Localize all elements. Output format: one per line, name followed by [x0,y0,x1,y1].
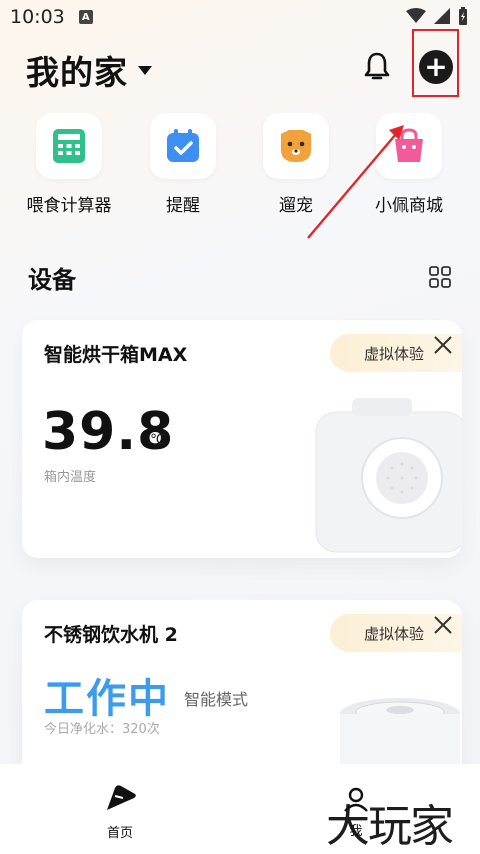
device-status: 工作中 [44,676,170,722]
shopping-bag-icon [395,128,423,162]
quick-action-tile [36,113,102,179]
device-card-water-fountain[interactable]: 不锈钢饮水机 2 虚拟体验 工作中 智能模式 今日净化水：320次 [22,600,462,790]
quick-action-walk-pet[interactable]: 遛宠 [241,113,351,216]
notification-a-icon: A [78,10,93,24]
temperature-label: 箱内温度 [44,470,97,485]
quick-action-label: 遛宠 [279,196,313,216]
close-icon[interactable] [432,334,454,356]
calculator-icon [53,129,85,163]
status-bar: 10:03 A [0,0,480,34]
watermark-logo: 大玩家 [326,801,454,852]
quick-action-label: 小佩商城 [375,196,443,216]
filter-count: 今日净化水：320次 [44,722,160,737]
devices-section-title: 设备 [28,266,76,294]
tab-home-label: 首页 [106,826,133,841]
device-card-dryer[interactable]: 智能烘干箱MAX 虚拟体验 39.8 ℃ 箱内温度 [22,320,462,558]
quick-action-label: 提醒 [166,196,200,216]
battery-icon [459,7,467,25]
grid-view-icon[interactable] [429,266,451,288]
wifi-icon [406,8,426,23]
quick-action-tile [263,113,329,179]
home-selector[interactable]: 我的家 [26,46,152,94]
add-device-button[interactable]: + [419,50,453,84]
calendar-check-icon [167,129,199,162]
tab-home[interactable]: 首页 [90,784,150,841]
quick-action-feeding-calculator[interactable]: 喂食计算器 [14,113,124,216]
close-icon[interactable] [432,614,454,636]
virtual-trial-label: 虚拟体验 [364,344,425,363]
device-name: 不锈钢饮水机 2 [44,624,178,646]
temperature-unit: ℃ [150,432,166,448]
bell-icon[interactable] [362,50,392,82]
quick-action-shop[interactable]: 小佩商城 [354,113,464,216]
dog-face-icon [281,130,311,162]
quick-action-label: 喂食计算器 [26,196,112,216]
status-icons [406,7,468,25]
quick-action-tile [150,113,216,179]
home-logo-icon [107,785,136,810]
quick-action-reminder[interactable]: 提醒 [128,113,238,216]
device-name: 智能烘干箱MAX [44,344,188,366]
quick-action-tile [376,113,442,179]
dryer-device-image [315,398,462,553]
device-mode: 智能模式 [184,690,249,709]
page-title: 我的家 [26,53,128,92]
virtual-trial-label: 虚拟体验 [364,624,425,643]
chevron-down-icon [138,65,152,75]
cellular-icon [434,8,450,24]
status-time: 10:03 [10,6,65,28]
